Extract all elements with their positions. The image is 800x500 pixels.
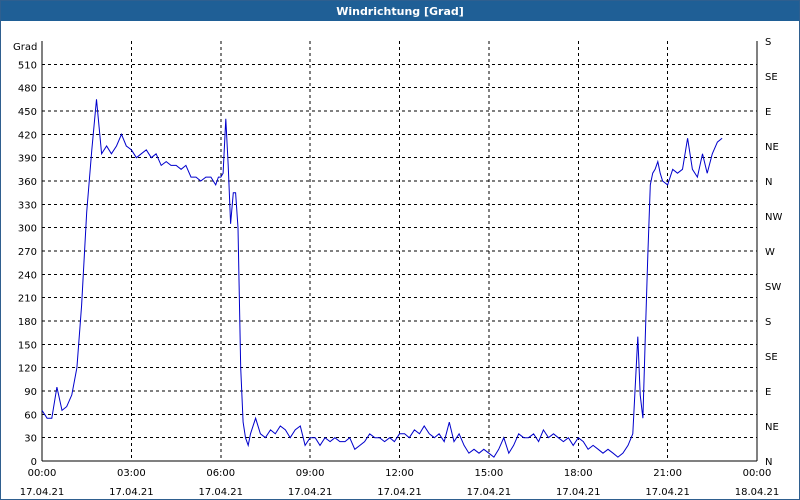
y-tick-label-right: NE <box>765 142 779 153</box>
y-tick-label-right: N <box>765 457 772 468</box>
x-tick-date: 17.04.21 <box>467 487 512 498</box>
y-tick-label: 240 <box>18 270 37 281</box>
y-tick-label: 330 <box>18 200 37 211</box>
wind-direction-chart: 0 30 60 90 120 150 180 210 240 270 300 330 360 390 420… <box>13 37 782 498</box>
x-tick-time: 06:00 <box>206 468 235 479</box>
y-tick-label: 180 <box>18 317 37 328</box>
y-tick-label: 270 <box>18 247 37 258</box>
x-tick-time: 00:00 <box>743 468 772 479</box>
y-tick-label: 150 <box>18 340 37 351</box>
y-tick-label: 60 <box>24 410 37 421</box>
y-tick-label-right: SE <box>765 352 778 363</box>
y-tick-label-right: E <box>765 387 771 398</box>
x-tick-time: 03:00 <box>117 468 146 479</box>
y-tick-label: 0 <box>31 457 37 468</box>
x-axis-ticks: 00:00 17.04.21 03:00 17.04.21 06:00 17.04.21 0… <box>20 468 780 498</box>
y-tick-label: 360 <box>18 177 37 188</box>
y-tick-label: 30 <box>24 434 37 445</box>
x-tick-date: 17.04.21 <box>288 487 333 498</box>
y-tick-label-right: N <box>765 177 772 188</box>
y-tick-label: 300 <box>18 224 37 235</box>
x-tick-time: 12:00 <box>385 468 414 479</box>
y-tick-label: 480 <box>18 84 37 95</box>
x-tick-date: 18.04.21 <box>735 487 780 498</box>
y-tick-label: 90 <box>24 387 37 398</box>
y-tick-label: 120 <box>18 364 37 375</box>
y-tick-label: 510 <box>18 60 37 71</box>
y-tick-label-right: S <box>765 37 771 48</box>
y-tick-label-right: NE <box>765 422 779 433</box>
y-tick-label: 390 <box>18 154 37 165</box>
x-tick-time: 15:00 <box>474 468 503 479</box>
x-tick-date: 17.04.21 <box>20 487 65 498</box>
x-tick-time: 18:00 <box>564 468 593 479</box>
x-tick-time: 21:00 <box>653 468 682 479</box>
y-tick-label-right: E <box>765 107 771 118</box>
chart-window: Windrichtung [Grad] 0 30 60 90 120 150 180 210 2… <box>0 0 800 500</box>
series-line <box>41 99 723 458</box>
y-axis-label: Grad <box>13 42 37 53</box>
y-tick-label: 450 <box>18 107 37 118</box>
x-tick-date: 17.04.21 <box>556 487 601 498</box>
x-tick-date: 17.04.21 <box>645 487 690 498</box>
x-tick-time: 00:00 <box>28 468 57 479</box>
y-tick-label-right: SW <box>765 282 781 293</box>
y-axis-left-ticks: 0 30 60 90 120 150 180 210 240 270 300 330 360 390 420… <box>18 60 37 468</box>
grid-lines <box>42 41 757 461</box>
window-title: Windrichtung [Grad] <box>1 1 799 21</box>
y-tick-label-right: W <box>765 247 775 258</box>
y-tick-label: 210 <box>18 294 37 305</box>
y-tick-label-right: S <box>765 317 771 328</box>
y-tick-label: 420 <box>18 130 37 141</box>
y-tick-label-right: SE <box>765 72 778 83</box>
y-tick-label-right: NW <box>765 212 782 223</box>
x-tick-date: 17.04.21 <box>109 487 154 498</box>
x-tick-time: 09:00 <box>296 468 325 479</box>
x-tick-date: 17.04.21 <box>377 487 422 498</box>
x-tick-date: 17.04.21 <box>198 487 243 498</box>
y-axis-right-ticks: N NE E SE S SW W NW N NE E SE S <box>765 37 782 468</box>
